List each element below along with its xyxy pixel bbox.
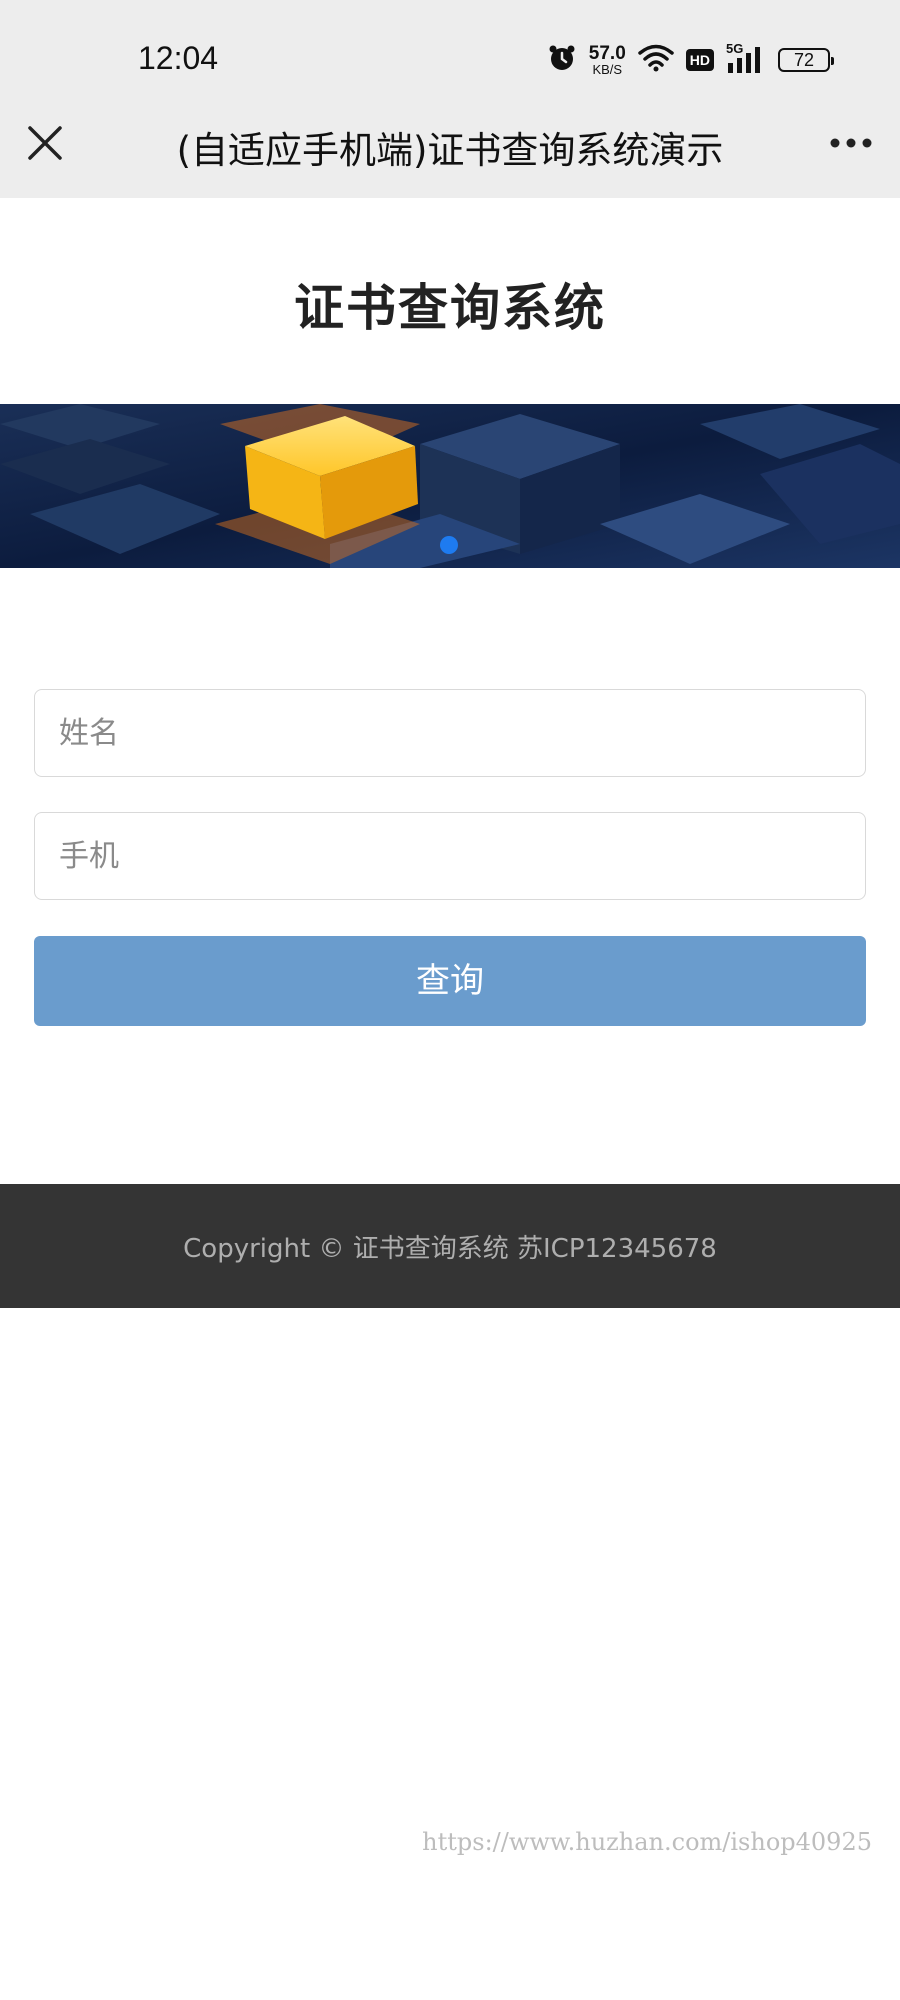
page-title: 证书查询系统 — [294, 279, 606, 337]
name-input[interactable] — [35, 690, 865, 776]
watermark-text: https://www.huzhan.com/ishop40925 — [422, 1828, 872, 1856]
name-field[interactable] — [34, 689, 866, 777]
phone-field[interactable] — [34, 812, 866, 900]
status-icons: 57.0 KB/S HD 5G 72 — [547, 38, 834, 82]
signal-icon: 5G — [726, 41, 766, 75]
status-time: 12:04 — [138, 40, 219, 76]
footer: Copyright © 证书查询系统 苏ICP12345678 — [0, 1184, 900, 1308]
battery-level: 72 — [793, 49, 815, 70]
net-speed-value: 57.0 — [588, 43, 626, 64]
query-button[interactable]: 查询 — [34, 936, 866, 1026]
nav-bar: (自适应手机端)证书查询系统演示 — [0, 98, 900, 198]
close-icon[interactable] — [22, 120, 68, 166]
hd-badge: HD — [685, 49, 714, 71]
phone-input[interactable] — [35, 813, 865, 899]
battery-icon: 72 — [778, 48, 834, 72]
net-speed: 57.0 KB/S — [589, 44, 626, 76]
wifi-icon — [638, 44, 674, 76]
net-speed-unit: KB/S — [592, 62, 623, 77]
alarm-icon — [547, 43, 577, 77]
more-icon[interactable] — [828, 128, 874, 158]
footer-copyright: Copyright © 证书查询系统 苏ICP12345678 — [183, 1234, 717, 1264]
carousel-indicator[interactable] — [440, 536, 458, 554]
nav-title: (自适应手机端)证书查询系统演示 — [176, 129, 724, 172]
